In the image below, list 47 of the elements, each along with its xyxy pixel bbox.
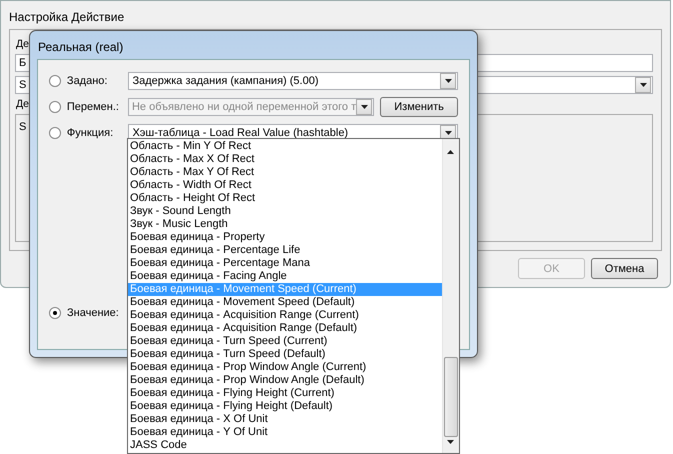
list-item[interactable]: Область - Width Of Rect [128, 179, 442, 192]
list-item[interactable]: JASS Code [128, 439, 442, 452]
field-label: Де [15, 38, 29, 50]
list-item[interactable]: Боевая единица - Movement Speed (Default) [128, 296, 442, 309]
dropdown[interactable]: Задержка задания (кампания) (5.00) [128, 72, 458, 90]
option-label: Значение: [67, 307, 120, 319]
scrollbar[interactable] [442, 139, 459, 453]
list-item[interactable]: Звук - Sound Length [128, 205, 442, 218]
caret-icon [444, 79, 452, 83]
list-item[interactable]: Боевая единица - Y Of Unit [128, 426, 442, 439]
option-label: Функция: [66, 127, 114, 139]
up-arrow-icon [447, 150, 454, 154]
scroll-thumb[interactable] [444, 357, 458, 437]
list-item[interactable]: Область - Max X Of Rect [128, 153, 442, 166]
list-item[interactable]: Боевая единица - Percentage Mana [128, 257, 442, 270]
list-item[interactable]: Боевая единица - Percentage Life [128, 244, 442, 257]
dialog-title: Реальная (real) [38, 40, 124, 54]
caret-icon [360, 105, 368, 109]
dropdown-button[interactable] [440, 73, 456, 89]
option-label: Перемен.: [66, 101, 120, 113]
list-item[interactable]: Боевая единица - Prop Window Angle (Default) [128, 374, 442, 387]
list-item[interactable]: Звук - Music Length [128, 218, 442, 231]
cancel-button[interactable]: Отмена [591, 258, 658, 279]
list-item[interactable]: Боевая единица - Turn Speed (Default) [128, 348, 442, 361]
caret-icon [444, 131, 452, 135]
list-item[interactable]: Боевая единица - Acquisition Range (Current) [128, 309, 442, 322]
list-item[interactable]: Боевая единица - X Of Unit [128, 413, 442, 426]
list-item[interactable]: Боевая единица - Acquisition Range (Default) [128, 322, 442, 335]
window-title: Настройка Действие [9, 10, 124, 24]
list-item[interactable]: Область - Max Y Of Rect [128, 166, 442, 179]
dropdown-button[interactable] [635, 77, 651, 93]
field-label: Де [15, 98, 29, 110]
list-item[interactable]: Область - Height Of Rect [128, 192, 442, 205]
list-item[interactable]: Боевая единица - Prop Window Angle (Current) [128, 361, 442, 374]
caret-icon [640, 83, 646, 87]
radio-button[interactable] [49, 75, 61, 87]
list-item[interactable]: Боевая единица - Flying Height (Default) [128, 400, 442, 413]
list-item[interactable]: Боевая единица - Property [128, 231, 442, 244]
list-item[interactable]: Область - Min Y Of Rect [128, 140, 442, 153]
list-item[interactable]: Боевая единица - Flying Height (Current) [128, 387, 442, 400]
text-area-text: S [19, 121, 26, 133]
radio-button[interactable] [49, 127, 61, 139]
option-label: Задано: [66, 75, 108, 87]
radio-button[interactable] [49, 307, 61, 319]
list-item[interactable]: Боевая единица - Facing Angle [128, 270, 442, 283]
down-arrow-icon [447, 440, 454, 444]
list-item[interactable]: Боевая единица - Turn Speed (Current) [128, 335, 442, 348]
